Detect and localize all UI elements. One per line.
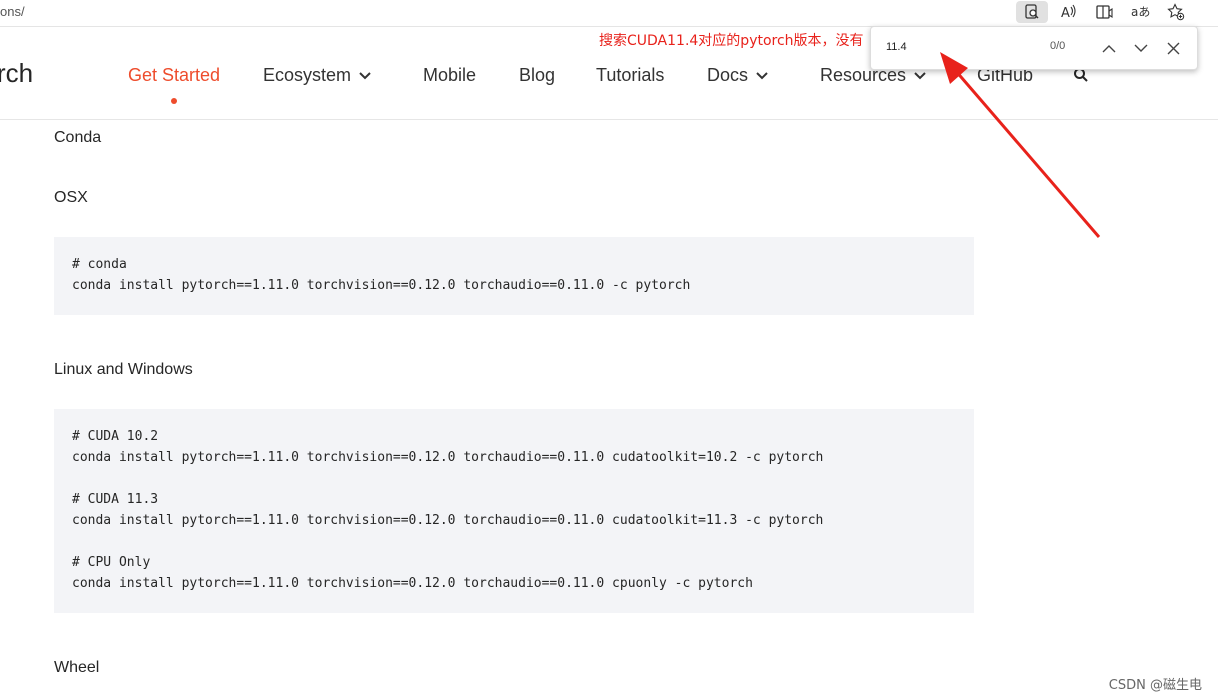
find-input[interactable] [881, 36, 1041, 58]
nav-get-started[interactable]: Get Started [128, 65, 220, 86]
nav-docs[interactable]: Docs [707, 65, 768, 86]
code-line: # CPU Only [72, 555, 151, 570]
translate-icon[interactable]: aあ [1124, 1, 1156, 23]
osx-code-block: # conda conda install pytorch==1.11.0 to… [54, 237, 974, 315]
site-logo[interactable]: rch [0, 58, 33, 89]
conda-heading: Conda [54, 129, 102, 146]
find-icon[interactable] [1016, 1, 1048, 23]
code-line: # conda [72, 257, 127, 272]
chevron-down-icon [914, 72, 926, 80]
immersive-reader-icon[interactable] [1088, 1, 1120, 23]
active-nav-indicator [171, 98, 177, 104]
chevron-down-icon [359, 72, 371, 80]
code-line: conda install pytorch==1.11.0 torchvisio… [72, 278, 691, 293]
nav-ecosystem-label: Ecosystem [263, 65, 352, 85]
nav-tutorials[interactable]: Tutorials [596, 65, 664, 86]
watermark: CSDN @磁生电 [1108, 678, 1202, 693]
find-on-page-bar: 0/0 [870, 26, 1198, 70]
svg-text:aあ: aあ [1131, 5, 1150, 19]
linux-windows-heading: Linux and Windows [54, 361, 193, 378]
nav-docs-label: Docs [707, 65, 749, 85]
read-aloud-icon[interactable]: A [1052, 1, 1084, 23]
address-bar-url[interactable]: ons/ [0, 4, 25, 19]
find-close-button[interactable] [1162, 37, 1184, 59]
code-line: # CUDA 10.2 [72, 429, 159, 444]
chevron-down-icon [756, 72, 768, 80]
code-line: conda install pytorch==1.11.0 torchvisio… [72, 450, 824, 465]
code-line: conda install pytorch==1.11.0 torchvisio… [72, 576, 753, 591]
nav-ecosystem[interactable]: Ecosystem [263, 65, 371, 86]
browser-actions: A aあ [1012, 0, 1192, 26]
chevron-down-icon [1134, 44, 1148, 52]
favorites-add-icon[interactable] [1160, 1, 1192, 23]
wheel-heading: Wheel [54, 659, 100, 676]
code-line: conda install pytorch==1.11.0 torchvisio… [72, 513, 824, 528]
osx-heading: OSX [54, 189, 88, 206]
nav-blog[interactable]: Blog [519, 65, 555, 86]
linux-code-block: # CUDA 10.2 conda install pytorch==1.11.… [54, 409, 974, 613]
close-icon [1167, 42, 1179, 54]
browser-toolbar: ons/ A aあ [0, 0, 1218, 27]
code-line: # CUDA 11.3 [72, 492, 159, 507]
nav-mobile[interactable]: Mobile [423, 65, 476, 86]
svg-text:A: A [1061, 6, 1070, 21]
find-previous-button[interactable] [1098, 37, 1120, 59]
annotation-note: 搜索CUDA11.4对应的pytorch版本，没有 [599, 33, 864, 49]
find-next-button[interactable] [1130, 37, 1152, 59]
find-match-count: 0/0 [1050, 40, 1066, 52]
chevron-up-icon [1102, 44, 1116, 52]
